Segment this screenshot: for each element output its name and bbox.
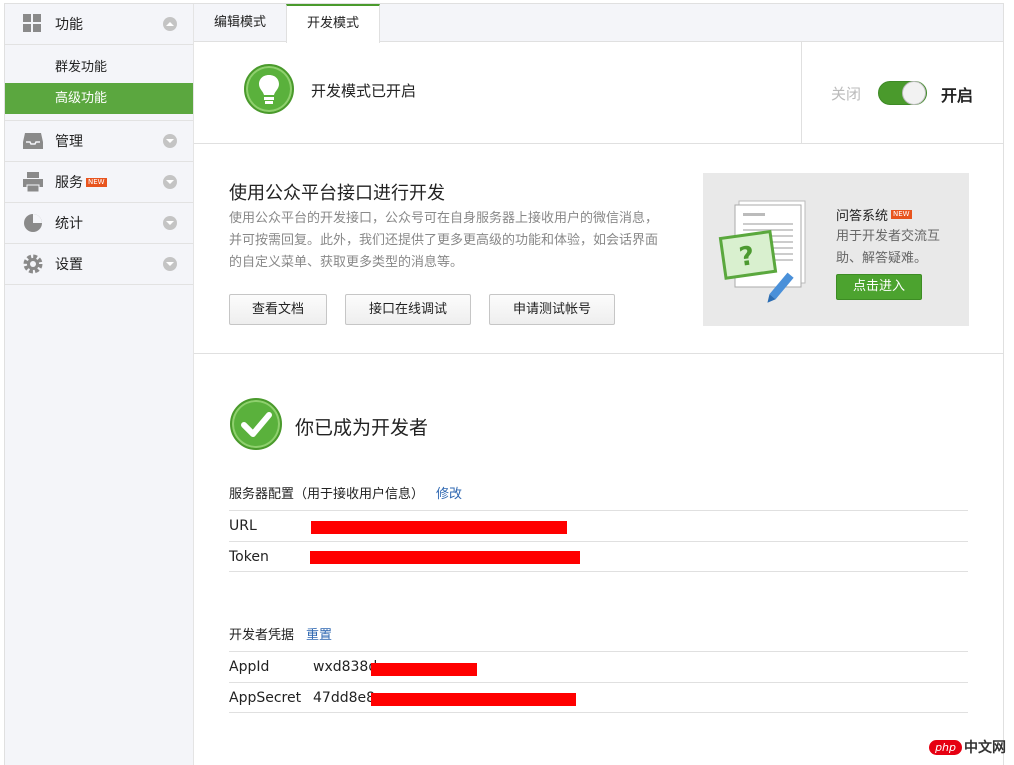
credential-row-appid: AppId wxd838d bbox=[229, 651, 968, 682]
config-row-url: URL bbox=[229, 510, 968, 541]
redaction-bar bbox=[310, 551, 580, 564]
server-config-heading: 服务器配置（用于接收用户信息） 修改 bbox=[229, 483, 462, 502]
tab-dev-mode[interactable]: 开发模式 bbox=[286, 4, 381, 43]
sidebar-item-advanced[interactable]: 高级功能 bbox=[5, 83, 193, 114]
chevron-down-icon[interactable] bbox=[163, 257, 177, 271]
sidebar-item-label: 管理 bbox=[55, 134, 83, 150]
document-question-icon: ? bbox=[718, 200, 806, 303]
intro-description: 使用公众平台的开发接口，公众号可在自身服务器上接收用户的微信消息，并可按需回复。… bbox=[229, 211, 659, 270]
printer-icon bbox=[22, 171, 44, 193]
credentials-heading: 开发者凭据 重置 bbox=[229, 624, 332, 643]
switch-off-label: 关闭 bbox=[831, 85, 862, 103]
sidebar-submenu: 群发功能 高级功能 bbox=[5, 45, 193, 121]
chevron-down-icon[interactable] bbox=[163, 216, 177, 230]
chevron-down-icon[interactable] bbox=[163, 134, 177, 148]
promo-description: 用于开发者交流互助、解答疑难。 bbox=[836, 229, 941, 266]
redaction-bar bbox=[311, 521, 567, 534]
sidebar-item-functions[interactable]: 功能 bbox=[5, 4, 193, 45]
chevron-down-icon[interactable] bbox=[163, 175, 177, 189]
intro-buttons: 查看文档 接口在线调试 申请测试帐号 bbox=[229, 294, 633, 325]
enter-qa-button[interactable]: 点击进入 bbox=[836, 274, 922, 300]
sidebar-item-statistics[interactable]: 统计 bbox=[5, 203, 193, 244]
grid-icon bbox=[22, 13, 44, 35]
config-key: Token bbox=[229, 549, 269, 565]
redaction-bar bbox=[371, 663, 477, 676]
credential-value: wxd838d bbox=[313, 659, 378, 675]
intro-title: 使用公众平台接口进行开发 bbox=[229, 183, 445, 204]
sidebar-item-settings[interactable]: 设置 bbox=[5, 244, 193, 285]
sidebar-item-service[interactable]: 服务 NEW bbox=[5, 162, 193, 203]
sidebar-item-label: 服务 bbox=[55, 175, 83, 191]
credential-value: 47dd8e8 bbox=[313, 690, 376, 706]
sidebar-item-label: 功能 bbox=[55, 17, 83, 33]
redaction-bar bbox=[371, 693, 576, 706]
server-config-heading-text: 服务器配置（用于接收用户信息） bbox=[229, 487, 425, 502]
dev-mode-status-text: 开发模式已开启 bbox=[311, 82, 417, 100]
qa-system-promo: ? 问答系统 NEW 用于开发者交流互助、解答疑难。 点击进入 bbox=[703, 173, 969, 326]
sidebar: 功能 群发功能 高级功能 管理 服务 NEW 统计 设置 bbox=[5, 4, 194, 765]
watermark-text: 中文网 bbox=[964, 740, 1006, 756]
switch-on-label: 开启 bbox=[941, 86, 974, 105]
gear-icon bbox=[22, 253, 44, 275]
watermark-logo: php bbox=[929, 739, 962, 755]
dev-mode-toggle[interactable] bbox=[878, 81, 927, 105]
developer-title: 你已成为开发者 bbox=[295, 417, 429, 439]
app-frame: 功能 群发功能 高级功能 管理 服务 NEW 统计 设置 编辑模式 开发模式 开… bbox=[4, 3, 1004, 765]
config-row-token: Token bbox=[229, 541, 968, 572]
api-intro: 使用公众平台接口进行开发 使用公众平台的开发接口，公众号可在自身服务器上接收用户… bbox=[194, 144, 1003, 354]
dev-mode-switch: 关闭 开启 bbox=[801, 42, 1003, 143]
credential-key: AppId bbox=[229, 659, 270, 675]
promo-title-text: 问答系统 bbox=[836, 209, 889, 224]
tab-edit-mode[interactable]: 编辑模式 bbox=[194, 4, 286, 42]
config-key: URL bbox=[229, 518, 257, 534]
new-badge: NEW bbox=[86, 177, 107, 187]
apply-test-account-button[interactable]: 申请测试帐号 bbox=[489, 294, 615, 325]
reset-link[interactable]: 重置 bbox=[306, 628, 332, 643]
credential-key: AppSecret bbox=[229, 690, 302, 706]
site-watermark: php 中文网 bbox=[929, 737, 1006, 757]
new-badge: NEW bbox=[891, 210, 912, 219]
dev-mode-status: 开发模式已开启 关闭 开启 bbox=[194, 42, 1003, 144]
credentials-heading-text: 开发者凭据 bbox=[229, 628, 295, 643]
modify-link[interactable]: 修改 bbox=[436, 487, 462, 502]
developer-section: 你已成为开发者 服务器配置（用于接收用户信息） 修改 URL Token 开发者凭… bbox=[194, 355, 1003, 765]
mode-tabs: 编辑模式 开发模式 bbox=[194, 4, 1003, 43]
view-docs-button[interactable]: 查看文档 bbox=[229, 294, 327, 325]
sidebar-item-label: 设置 bbox=[55, 257, 83, 273]
pie-chart-icon bbox=[22, 212, 44, 234]
toggle-knob bbox=[902, 81, 926, 105]
sidebar-item-manage[interactable]: 管理 bbox=[5, 121, 193, 162]
chevron-up-icon[interactable] bbox=[163, 17, 177, 31]
credential-row-appsecret: AppSecret 47dd8e8 bbox=[229, 682, 968, 713]
checkmark-icon bbox=[230, 398, 282, 450]
sidebar-item-label: 统计 bbox=[55, 216, 83, 232]
promo-title: 问答系统 NEW bbox=[836, 205, 912, 224]
sidebar-item-mass-send[interactable]: 群发功能 bbox=[5, 52, 193, 83]
inbox-icon bbox=[22, 130, 44, 152]
online-debug-button[interactable]: 接口在线调试 bbox=[345, 294, 471, 325]
lightbulb-icon bbox=[244, 64, 294, 114]
